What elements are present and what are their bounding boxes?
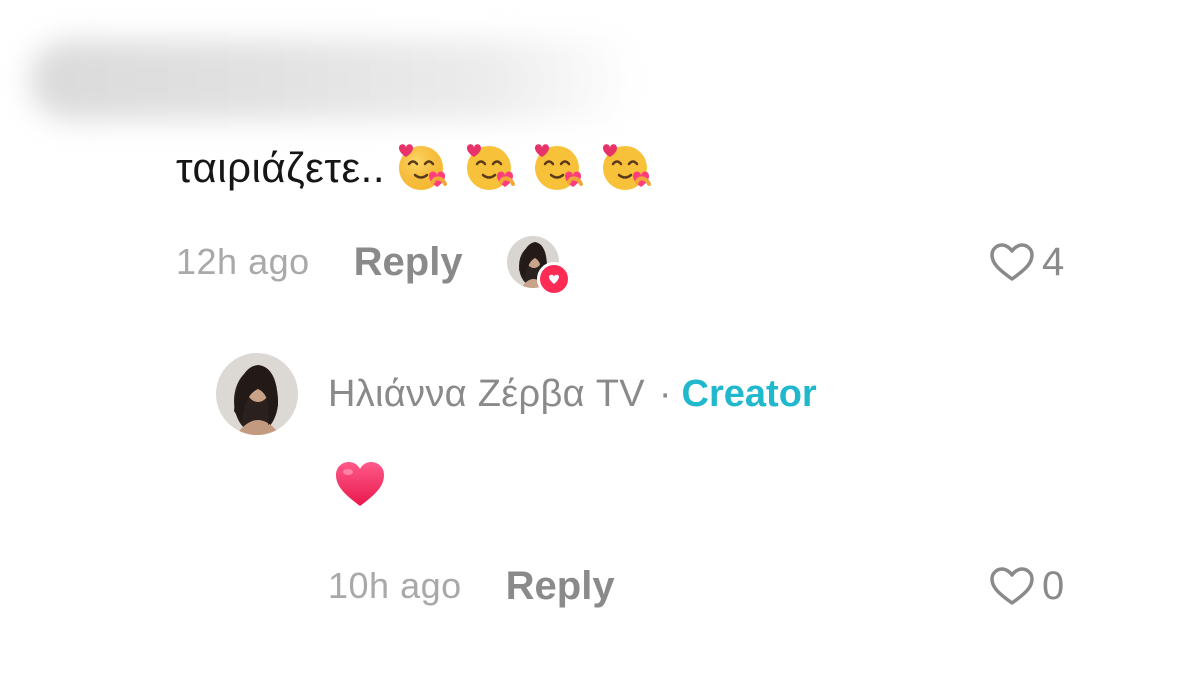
comment-timestamp: 12h ago	[176, 241, 310, 282]
comment-like-button[interactable]: 4	[988, 234, 1064, 290]
hugging-hearts-emoji-icon	[529, 138, 589, 198]
reply-author-avatar[interactable]	[216, 353, 298, 435]
reply-reply-button[interactable]: Reply	[506, 564, 615, 609]
comment-thread: ταιριάζετε.. 12h ago Reply 4 Ηλιάννα Ζέρ…	[0, 0, 1200, 675]
reply-author-name[interactable]: Ηλιάννα Ζέρβα TV	[328, 373, 645, 416]
reply-header: Ηλιάννα Ζέρβα TV · Creator	[216, 352, 817, 436]
heart-outline-icon	[988, 565, 1036, 607]
hugging-hearts-emoji-icon	[461, 138, 521, 198]
comment-text: ταιριάζετε..	[176, 144, 386, 191]
creator-label: Creator	[681, 372, 817, 415]
blurred-username	[30, 40, 640, 120]
reply-meta-row: 10h ago Reply	[328, 558, 615, 614]
heart-outline-icon	[988, 241, 1036, 283]
hugging-hearts-emoji-icon	[393, 138, 453, 198]
reply-timestamp: 10h ago	[328, 565, 462, 606]
creator-liked-indicator	[506, 236, 571, 296]
comment-like-count: 4	[1042, 239, 1065, 284]
reply-like-button[interactable]: 0	[988, 558, 1064, 614]
hugging-hearts-emoji-icon	[597, 138, 657, 198]
red-heart-emoji-icon	[332, 458, 388, 510]
reply-like-count: 0	[1042, 563, 1065, 608]
comment-reply-button[interactable]: Reply	[354, 240, 463, 285]
comment-body: ταιριάζετε..	[176, 138, 657, 198]
comment-meta-row: 12h ago Reply	[176, 234, 571, 296]
separator-dot: ·	[658, 372, 672, 415]
creator-like-badge-icon	[536, 262, 571, 296]
